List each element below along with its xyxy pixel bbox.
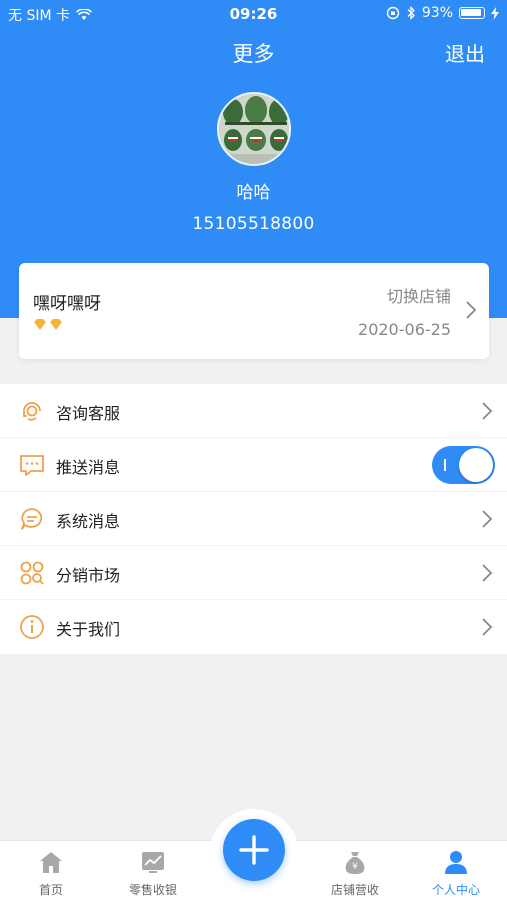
chevron-right-icon xyxy=(482,402,493,420)
page-title: 更多 xyxy=(232,42,275,66)
push-toggle[interactable] xyxy=(432,446,495,484)
menu-item-about-us[interactable]: 关于我们 xyxy=(0,600,507,654)
chart-icon xyxy=(142,852,164,873)
tab-personal-center[interactable]: 个人中心 xyxy=(414,841,498,900)
tab-label: 店铺营收 xyxy=(330,883,379,897)
tab-label: 个人中心 xyxy=(431,883,480,897)
menu-label: 推送消息 xyxy=(56,458,121,477)
orientation-lock-icon xyxy=(386,6,400,20)
info-icon xyxy=(20,615,44,639)
menu-item-customer-service[interactable]: 咨询客服 xyxy=(0,384,507,438)
store-card[interactable]: 嘿呀嘿呀 切换店铺 2020-06-25 xyxy=(19,263,489,359)
tab-label: 零售收银 xyxy=(128,883,177,897)
switch-store-label: 切换店铺 xyxy=(386,287,451,306)
bluetooth-icon xyxy=(407,6,415,20)
toggle-knob xyxy=(459,448,493,482)
add-button[interactable] xyxy=(223,819,285,881)
chevron-right-icon xyxy=(482,618,493,636)
store-date: 2020-06-25 xyxy=(358,320,451,339)
phone-number: 15105518800 xyxy=(192,214,315,234)
store-level xyxy=(33,319,63,331)
menu-label: 关于我们 xyxy=(56,620,121,639)
menu-item-distribution-market[interactable]: 分销市场 xyxy=(0,546,507,600)
toggle-on-indicator xyxy=(444,459,446,471)
menu-item-push-messages: 推送消息 xyxy=(0,438,507,492)
avatar[interactable] xyxy=(217,92,291,166)
menu-label: 分销市场 xyxy=(56,566,121,585)
customer-service-icon xyxy=(23,402,41,421)
diamond-icon xyxy=(50,319,62,330)
message-icon xyxy=(20,455,44,476)
tab-home[interactable]: 首页 xyxy=(10,841,92,900)
chevron-right-icon xyxy=(482,564,493,582)
battery-percent: 93% xyxy=(421,5,453,21)
svg-text:¥: ¥ xyxy=(352,862,358,872)
home-icon xyxy=(40,852,62,873)
plus-icon xyxy=(239,835,269,865)
chat-bubble-icon xyxy=(21,508,43,530)
market-icon xyxy=(20,561,44,585)
logout-button[interactable]: 退出 xyxy=(445,38,485,67)
charging-icon xyxy=(491,6,499,20)
chevron-right-icon xyxy=(482,510,493,528)
status-right: 93% xyxy=(386,5,499,21)
avatar-image xyxy=(219,94,289,164)
diamond-icon xyxy=(34,319,46,330)
username: 哈哈 xyxy=(236,183,271,203)
status-bar: 无 SIM 卡 09:26 93% xyxy=(0,0,507,28)
battery-icon xyxy=(459,7,485,19)
tab-label: 首页 xyxy=(38,883,63,897)
menu-item-system-messages[interactable]: 系统消息 xyxy=(0,492,507,546)
chevron-right-icon xyxy=(466,301,477,319)
tab-store-revenue[interactable]: ¥ 店铺营收 xyxy=(312,841,398,900)
menu-label: 咨询客服 xyxy=(56,404,121,423)
menu-label: 系统消息 xyxy=(56,512,121,531)
person-icon xyxy=(445,851,467,874)
money-bag-icon: ¥ xyxy=(345,852,365,874)
settings-menu: 咨询客服 推送消息 系统消息 分销市场 关于我们 xyxy=(0,384,507,654)
store-name: 嘿呀嘿呀 xyxy=(33,294,101,314)
tab-retail-cashier[interactable]: 零售收银 xyxy=(110,841,196,900)
